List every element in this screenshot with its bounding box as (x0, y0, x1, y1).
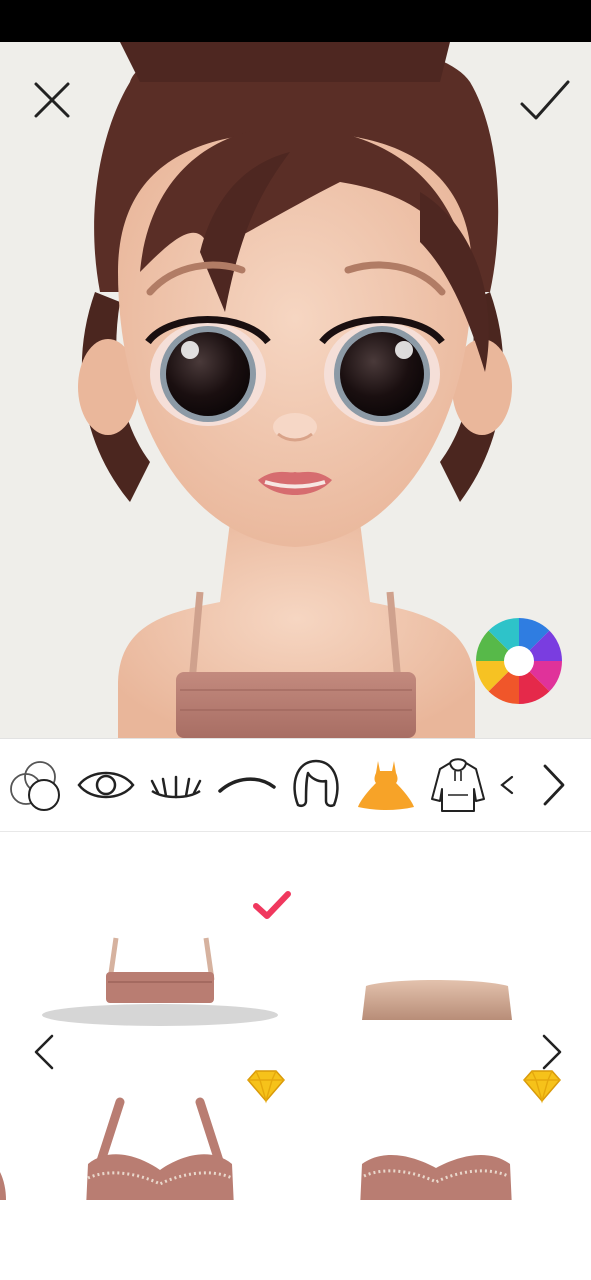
category-partial[interactable] (494, 739, 518, 831)
item-partial-left[interactable] (0, 1162, 10, 1202)
confirm-button[interactable] (518, 76, 572, 124)
category-hoodie[interactable] (426, 739, 490, 831)
checkmark-icon (520, 80, 570, 120)
grid-prev-button[interactable] (26, 1030, 62, 1074)
category-toolbar (0, 738, 591, 832)
item-plain-bandeau[interactable] (330, 872, 550, 1032)
category-brows[interactable] (214, 739, 278, 831)
bottom-safe-area (0, 1200, 591, 1280)
eye-icon (77, 771, 135, 799)
gem-icon (523, 1070, 561, 1104)
strap-bandeau-thumbnail (42, 937, 278, 1026)
color-wheel-button[interactable] (476, 618, 562, 704)
gem-icon (247, 1070, 285, 1104)
color-wheel-icon (476, 618, 562, 704)
avatar-preview (0, 42, 591, 738)
selected-check-icon (253, 891, 291, 919)
item-sweetheart-strap-top[interactable] (70, 1068, 300, 1208)
category-next-button[interactable] (526, 739, 576, 831)
close-button[interactable] (28, 76, 76, 124)
item-strap-bandeau[interactable] (30, 872, 291, 1032)
dress-icon (358, 761, 414, 810)
category-eyes[interactable] (74, 739, 138, 831)
chevron-right-icon (543, 764, 565, 806)
circles-icon (10, 761, 60, 811)
close-icon (34, 82, 70, 118)
chevron-left-icon (34, 1034, 54, 1070)
eyelashes-icon (150, 775, 202, 799)
hair-icon (293, 759, 339, 808)
item-sweetheart-bandeau[interactable] (344, 1068, 574, 1208)
chevron-left-partial-icon (500, 775, 514, 795)
partial-item-thumbnail (0, 1172, 6, 1200)
category-lashes[interactable] (144, 739, 208, 831)
category-skin[interactable] (4, 739, 68, 831)
hoodie-icon (431, 758, 485, 812)
category-hair[interactable] (284, 739, 348, 831)
eyebrow-icon (218, 777, 276, 793)
category-dress[interactable] (354, 739, 418, 831)
plain-bandeau-thumbnail (362, 980, 512, 1020)
status-bar (0, 0, 591, 42)
